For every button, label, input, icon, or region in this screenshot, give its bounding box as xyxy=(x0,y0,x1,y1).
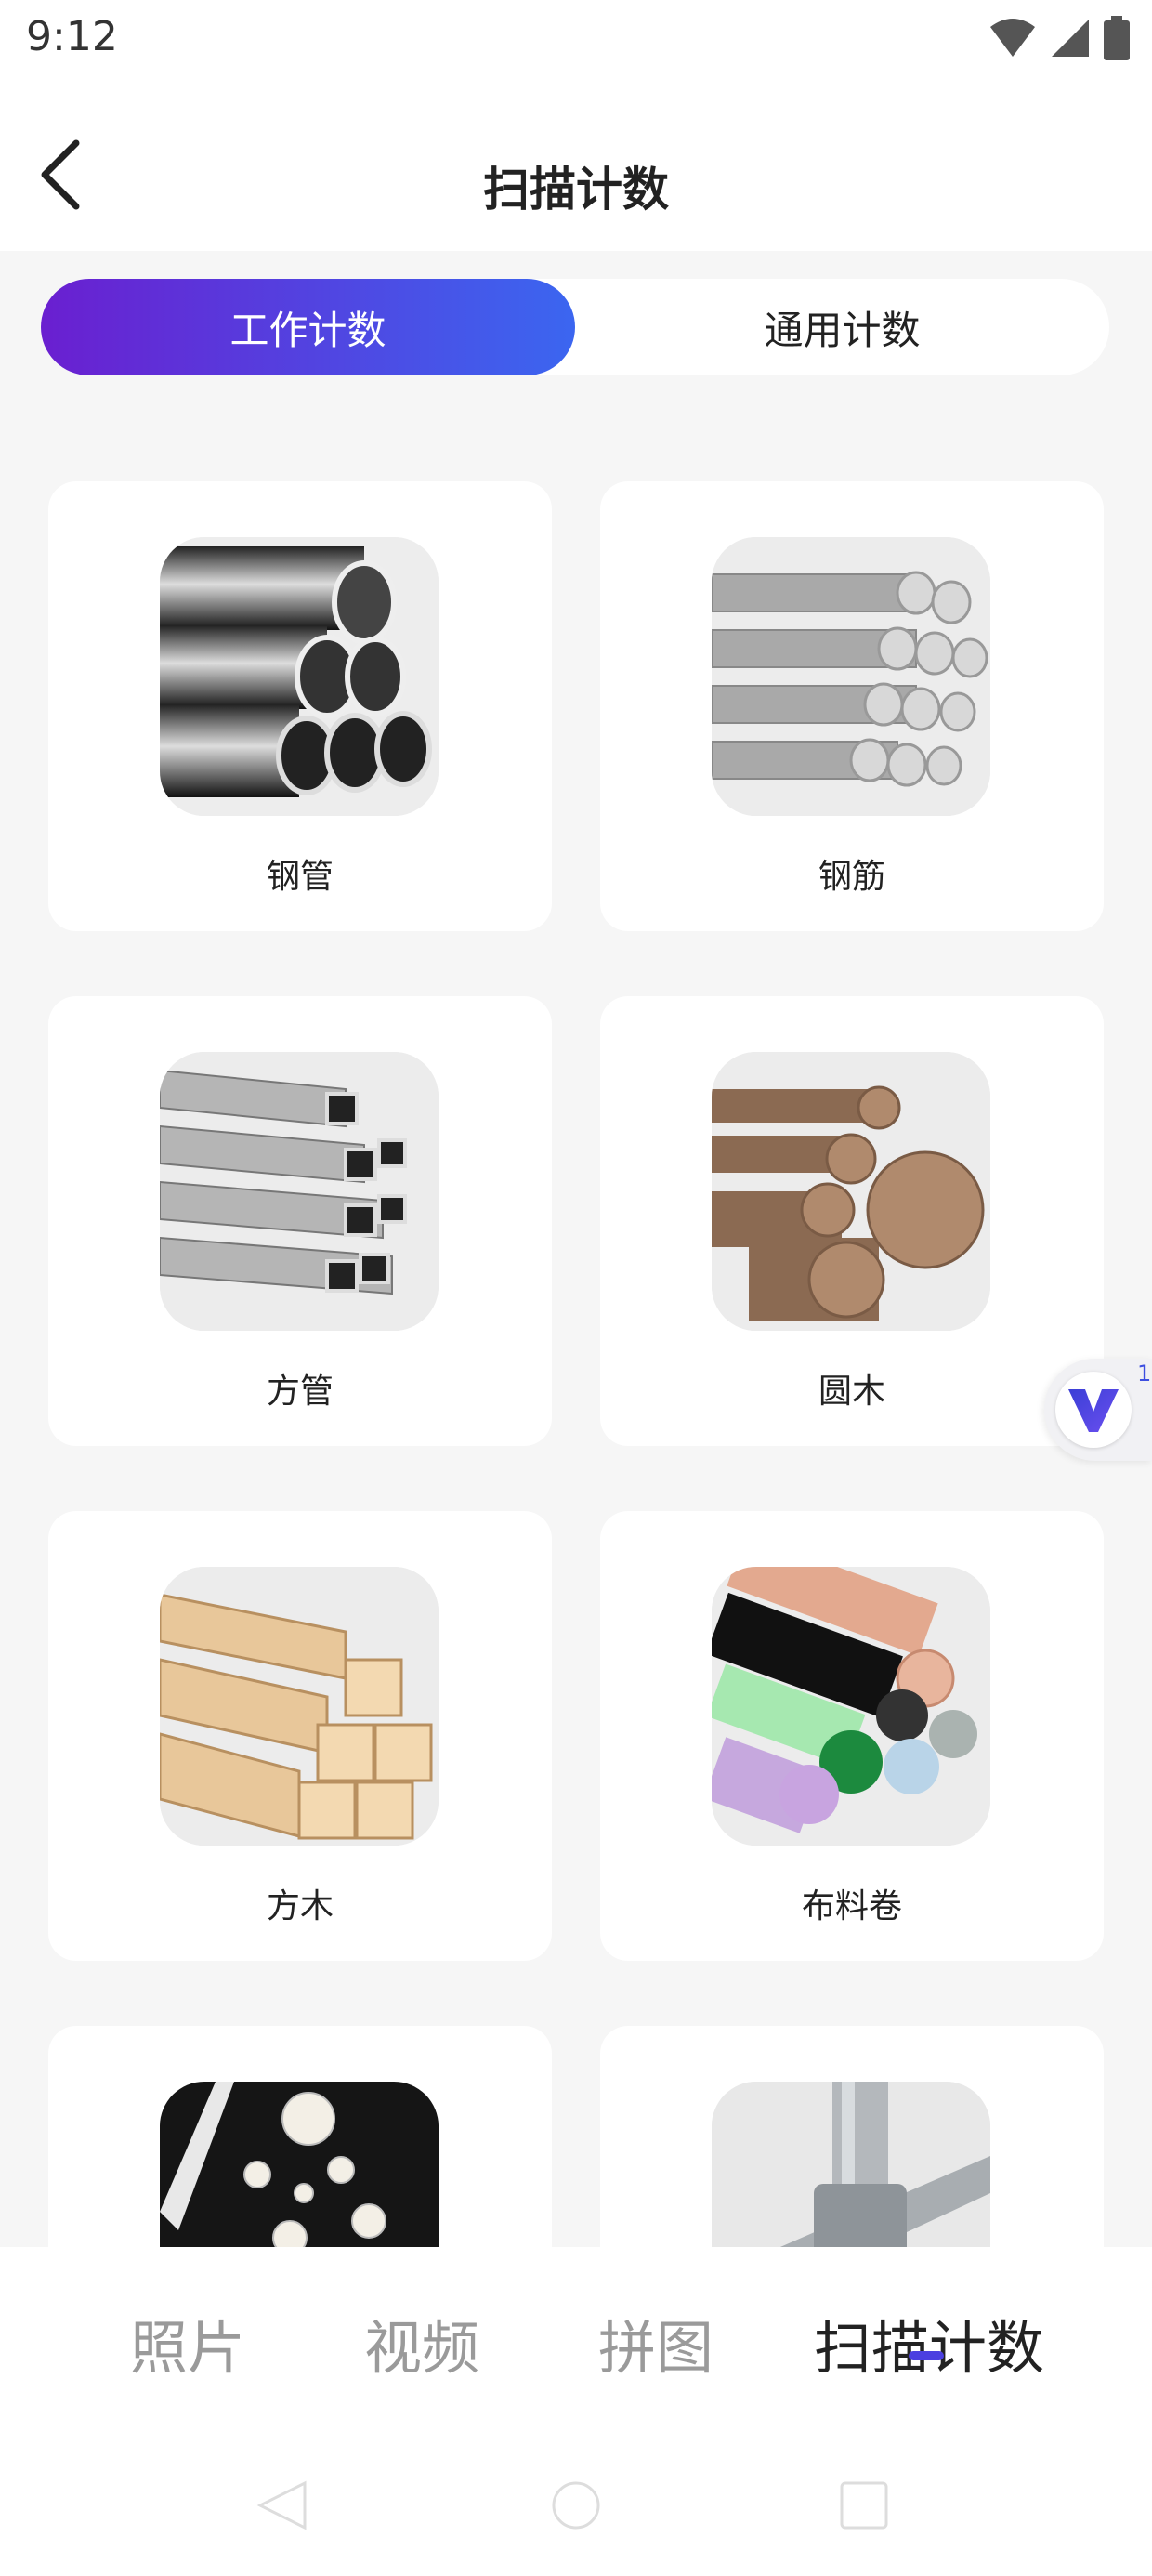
category-label: 钢管 xyxy=(266,858,334,896)
category-list[interactable]: 钢管 钢筋 方管 圆木 方木 布料卷 xyxy=(0,375,1152,2247)
notification-count: 1 xyxy=(1137,1360,1152,1387)
system-nav-bar xyxy=(0,2435,1152,2576)
category-label: 钢筋 xyxy=(818,858,885,896)
system-recents-button[interactable] xyxy=(838,2479,890,2535)
app-bar: 扫描计数 xyxy=(0,78,1152,251)
status-icons xyxy=(988,16,1130,64)
nav-scan-count[interactable]: 扫描计数 xyxy=(814,2301,1044,2385)
floating-circle xyxy=(1055,1372,1132,1448)
nav-photos[interactable]: 照片 xyxy=(130,2301,245,2385)
category-label: 圆木 xyxy=(818,1373,885,1411)
page-title: 扫描计数 xyxy=(483,163,669,217)
rebar-image xyxy=(712,537,990,816)
tab-general-count[interactable]: 通用计数 xyxy=(575,279,1109,375)
v-logo-icon xyxy=(1068,1389,1119,1432)
category-card-pearl[interactable] xyxy=(48,2026,552,2247)
category-card-round-log[interactable]: 圆木 xyxy=(600,996,1104,1446)
circle-home-icon xyxy=(552,2481,600,2530)
system-back-button[interactable] xyxy=(256,2479,308,2535)
active-tab-indicator xyxy=(909,2351,944,2360)
category-card-fabric-roll[interactable]: 布料卷 xyxy=(600,1511,1104,1961)
floating-assistant-button[interactable]: 1 xyxy=(1044,1359,1152,1461)
fabric-roll-image xyxy=(712,1567,990,1846)
system-home-button[interactable] xyxy=(550,2479,602,2535)
steel-pipe-image xyxy=(160,537,439,816)
battery-icon xyxy=(1104,16,1130,64)
tab-work-count[interactable]: 工作计数 xyxy=(41,279,575,375)
square-recents-icon xyxy=(840,2481,888,2530)
category-card-square-timber[interactable]: 方木 xyxy=(48,1511,552,1961)
category-card-steel-pipe[interactable]: 钢管 xyxy=(48,481,552,931)
round-log-image xyxy=(712,1052,990,1331)
category-label: 方管 xyxy=(266,1373,334,1411)
category-label: 布料卷 xyxy=(801,1887,902,1925)
category-card-rebar[interactable]: 钢筋 xyxy=(600,481,1104,931)
scaffold-pipe-image xyxy=(712,2082,990,2247)
count-mode-tabs: 工作计数 通用计数 xyxy=(41,279,1109,375)
pearl-image xyxy=(160,2082,439,2247)
category-grid: 钢管 钢筋 方管 圆木 方木 布料卷 xyxy=(48,481,1104,2247)
status-time: 9:12 xyxy=(26,13,118,60)
triangle-back-icon xyxy=(256,2480,307,2530)
signal-icon xyxy=(1050,18,1091,62)
square-tube-image xyxy=(160,1052,439,1331)
category-card-square-tube[interactable]: 方管 xyxy=(48,996,552,1446)
nav-collage[interactable]: 拼图 xyxy=(598,2301,713,2385)
square-timber-image xyxy=(160,1567,439,1846)
category-card-scaffold-pipe[interactable] xyxy=(600,2026,1104,2247)
status-bar: 9:12 xyxy=(0,0,1152,78)
nav-video[interactable]: 视频 xyxy=(364,2301,479,2385)
category-label: 方木 xyxy=(266,1887,334,1925)
wifi-icon xyxy=(988,18,1037,62)
